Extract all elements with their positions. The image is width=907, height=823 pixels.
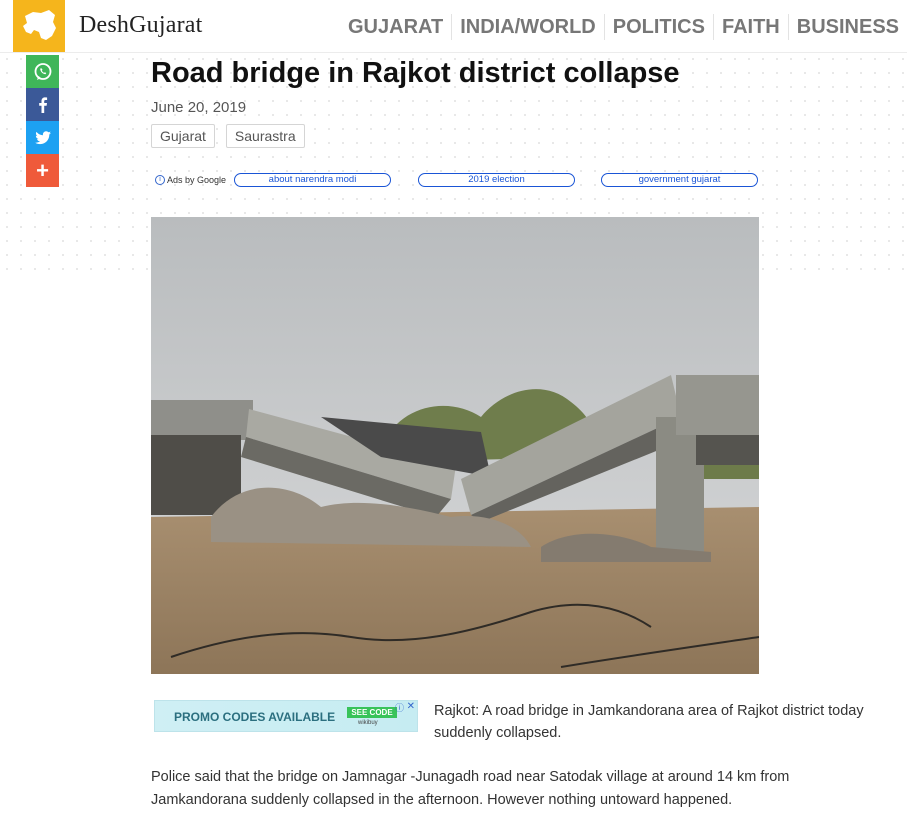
info-icon: i (155, 175, 165, 185)
nav-business[interactable]: BUSINESS (787, 14, 907, 40)
whatsapp-share-button[interactable] (26, 55, 59, 88)
share-bar: + (26, 55, 59, 187)
nav-india-world[interactable]: INDIA/WORLD (451, 14, 604, 40)
ads-by-google[interactable]: i Ads by Google (155, 175, 226, 185)
nav-politics[interactable]: POLITICS (603, 14, 713, 40)
article-title: Road bridge in Rajkot district collapse (151, 57, 680, 89)
tag-saurastra[interactable]: Saurastra (225, 124, 305, 148)
main-nav: GUJARAT INDIA/WORLD POLITICS FAITH BUSIN… (340, 14, 907, 40)
article-photo (151, 217, 760, 674)
ad-link-3[interactable]: government gujarat (601, 173, 758, 187)
more-share-button[interactable]: + (26, 154, 59, 187)
tag-gujarat[interactable]: Gujarat (151, 124, 215, 148)
ad-link-1[interactable]: about narendra modi (234, 173, 391, 187)
ad-link-2[interactable]: 2019 election (418, 173, 575, 187)
ads-label-text: Ads by Google (167, 175, 227, 185)
close-icon[interactable]: ✕ (407, 701, 415, 712)
article-paragraph-2: Police said that the bridge on Jamnagar … (151, 769, 790, 808)
nav-faith[interactable]: FAITH (712, 14, 788, 40)
promo-ad[interactable]: PROMO CODES AVAILABLE SEE CODE wikibuy ⓘ… (154, 700, 418, 732)
facebook-share-button[interactable] (26, 88, 59, 121)
facebook-icon (38, 96, 47, 113)
article-date: June 20, 2019 (151, 99, 247, 116)
nav-gujarat[interactable]: GUJARAT (340, 14, 451, 40)
article-tags: Gujarat Saurastra (151, 124, 305, 148)
plus-icon: + (36, 157, 49, 183)
twitter-share-button[interactable] (26, 121, 59, 154)
whatsapp-icon (34, 62, 51, 80)
ad-info-icon[interactable]: ⓘ (395, 701, 404, 714)
see-code-button[interactable]: SEE CODE (347, 707, 397, 718)
article-paragraph-1: Rajkot: A road bridge in Jamkandorana ar… (434, 703, 864, 741)
site-header: DeshGujarat GUJARAT INDIA/WORLD POLITICS… (0, 0, 907, 53)
promo-brand: wikibuy (358, 720, 378, 726)
site-logo[interactable] (13, 0, 65, 52)
twitter-icon (34, 130, 51, 144)
google-ads-links: i Ads by Google about narendra modi 2019… (155, 173, 760, 187)
site-brand[interactable]: DeshGujarat (79, 12, 203, 39)
gujarat-map-icon (23, 10, 56, 40)
promo-text: PROMO CODES AVAILABLE (174, 710, 336, 724)
